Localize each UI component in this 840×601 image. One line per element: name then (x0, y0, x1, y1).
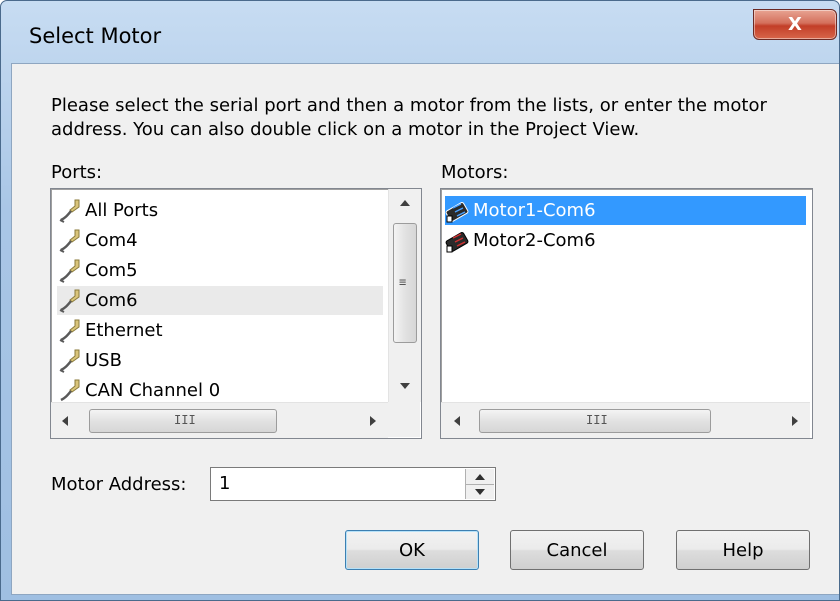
close-button[interactable]: X (753, 9, 837, 40)
grip-icon: III (174, 413, 196, 427)
ports-vertical-scroll-thumb[interactable]: ≡ (393, 223, 417, 343)
motors-horizontal-scrollbar[interactable]: III (441, 402, 810, 438)
motor-address-input[interactable]: 1 (210, 467, 496, 501)
ports-vertical-scrollbar[interactable]: ≡ (388, 189, 421, 402)
motor-address-spinner[interactable] (465, 469, 494, 499)
port-label: USB (85, 350, 122, 371)
list-item[interactable]: CAN Channel 0 (57, 376, 226, 405)
list-item[interactable]: Com5 (57, 256, 144, 285)
serial-port-icon (59, 349, 80, 373)
list-item[interactable]: All Ports (57, 196, 164, 225)
spin-down-button[interactable] (466, 484, 494, 499)
scroll-right-arrow-icon[interactable] (791, 415, 799, 427)
motors-horizontal-scroll-thumb[interactable]: III (479, 409, 711, 433)
scroll-left-arrow-icon[interactable] (453, 415, 461, 427)
serial-port-icon (59, 319, 80, 343)
port-label: Com5 (85, 260, 138, 281)
port-label: Com4 (85, 230, 138, 251)
list-item[interactable]: Motor1-Com6 (445, 196, 806, 225)
scrollbar-corner (388, 402, 420, 437)
ports-horizontal-scrollbar[interactable]: III (51, 402, 388, 438)
ports-listbox[interactable]: All Ports Com4 Com5 Com6 Ethernet USB CA… (50, 188, 422, 439)
scroll-up-arrow-icon[interactable] (399, 199, 411, 207)
motors-listbox[interactable]: Motor1-Com6 Motor2-Com6 III (440, 188, 813, 439)
list-item[interactable]: Motor2-Com6 (445, 226, 602, 255)
serial-port-icon (59, 289, 80, 313)
ok-button[interactable]: OK (345, 530, 479, 570)
help-button[interactable]: Help (676, 530, 810, 570)
dialog-client-area: Please select the serial port and then a… (11, 63, 839, 595)
motor-label: Motor2-Com6 (473, 230, 596, 251)
motor-address-value: 1 (219, 473, 231, 494)
motors-label: Motors: (441, 162, 509, 183)
ports-label: Ports: (51, 162, 103, 183)
can-port-icon (60, 379, 80, 401)
motor-icon (445, 201, 469, 222)
grip-icon: III (586, 413, 608, 427)
serial-port-icon (59, 199, 80, 223)
scroll-right-arrow-icon[interactable] (369, 415, 377, 427)
instructions-text: Please select the serial port and then a… (51, 95, 767, 140)
serial-port-icon (59, 259, 80, 283)
scroll-down-arrow-icon[interactable] (399, 382, 411, 390)
port-label: All Ports (85, 200, 159, 221)
port-label: CAN Channel 0 (85, 380, 221, 401)
motor-icon (445, 231, 469, 252)
motor-address-label: Motor Address: (51, 474, 187, 495)
ports-horizontal-scroll-thumb[interactable]: III (89, 409, 277, 433)
scroll-left-arrow-icon[interactable] (61, 415, 69, 427)
select-motor-dialog: Select Motor X Please select the serial … (0, 0, 840, 601)
list-item[interactable]: Com6 (57, 286, 383, 315)
list-item[interactable]: USB (57, 346, 128, 375)
spin-up-arrow-icon (475, 473, 485, 480)
window-title: Select Motor (29, 24, 162, 48)
list-item[interactable]: Ethernet (57, 316, 169, 345)
spin-down-arrow-icon (475, 488, 485, 495)
serial-port-icon (59, 229, 80, 253)
spin-up-button[interactable] (466, 469, 494, 485)
motor-label: Motor1-Com6 (473, 200, 596, 221)
list-item[interactable]: Com4 (57, 226, 144, 255)
cancel-button[interactable]: Cancel (510, 530, 644, 570)
grip-icon: ≡ (399, 275, 407, 289)
close-icon: X (788, 14, 802, 35)
port-label: Com6 (85, 290, 138, 311)
port-label: Ethernet (85, 320, 163, 341)
title-bar[interactable]: Select Motor X (1, 1, 839, 61)
